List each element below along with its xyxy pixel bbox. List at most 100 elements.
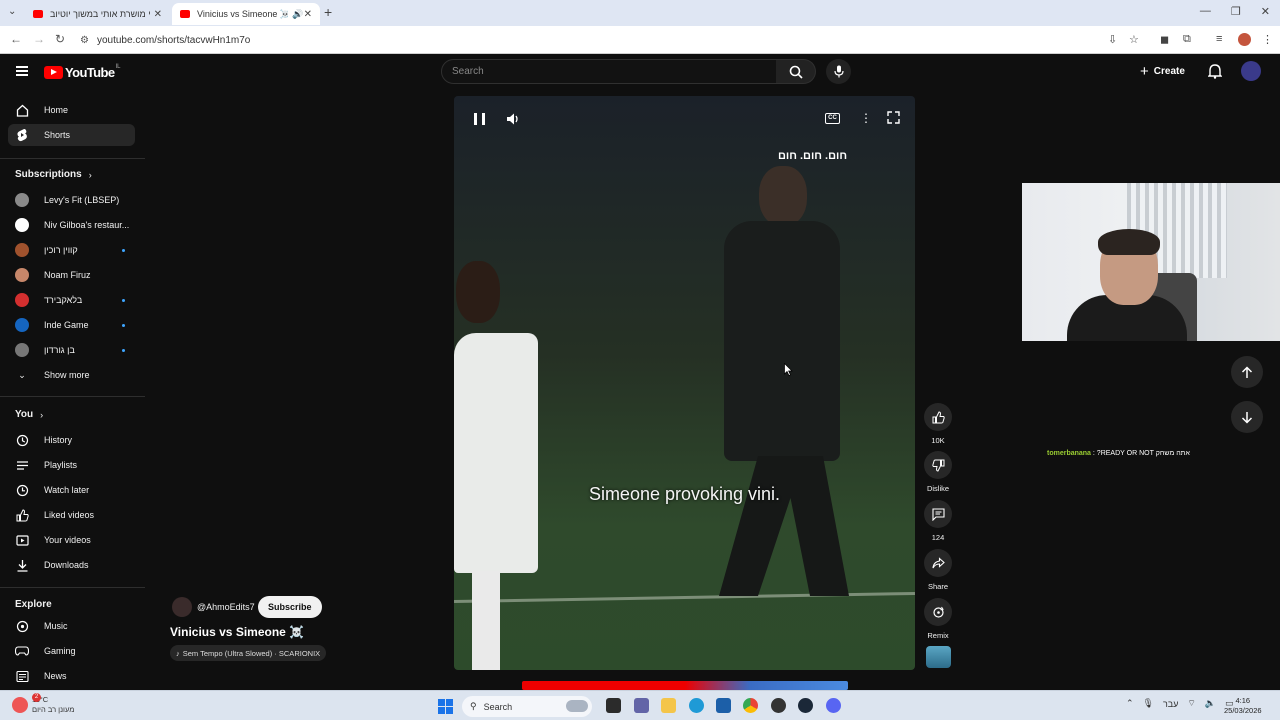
media-control-icon[interactable]: ≡ [1216, 33, 1222, 45]
chrome-menu-icon[interactable]: ⋮ [1262, 33, 1273, 46]
sidebar-item-news[interactable]: News [8, 665, 135, 687]
webcam-overlay [1022, 183, 1280, 341]
wifi-icon[interactable]: ⌔ [1187, 698, 1195, 709]
sidebar-item-shorts[interactable]: Shorts [8, 124, 135, 146]
install-app-icon[interactable]: ⇩ [1108, 33, 1117, 46]
tab-active[interactable]: Vinicius vs Simeone ☠️ - YouTube 🔊 ✕ [172, 3, 320, 25]
discord-icon[interactable] [826, 698, 841, 713]
input-language[interactable]: עבר [1163, 699, 1178, 709]
sidebar-subscription-item[interactable]: קווין רוכין [8, 239, 135, 261]
task-view-icon[interactable] [606, 698, 621, 713]
create-button[interactable]: + Create [1140, 63, 1185, 80]
forward-icon[interactable]: → [33, 32, 45, 46]
windows-start-icon[interactable] [438, 699, 453, 714]
app-icon[interactable] [771, 698, 786, 713]
new-tab-icon[interactable]: + [324, 4, 332, 20]
voice-search-button[interactable] [826, 59, 851, 84]
comments-button[interactable] [924, 500, 952, 528]
teams-icon[interactable] [634, 698, 649, 713]
file-explorer-icon[interactable] [661, 698, 676, 713]
chrome-icon[interactable] [743, 698, 758, 713]
sound-thumbnail[interactable] [926, 646, 951, 668]
bookmark-star-icon[interactable]: ☆ [1129, 33, 1139, 46]
back-icon[interactable]: ← [10, 32, 22, 46]
fullscreen-icon[interactable] [887, 111, 900, 124]
remix-action[interactable]: Remix [922, 598, 954, 640]
sidebar-subscription-item[interactable]: Niv Gilboa's restaur... [8, 214, 135, 236]
sidebar-item-music[interactable]: Music [8, 615, 135, 637]
sidebar-item-watch-later[interactable]: Watch later [8, 479, 135, 501]
captions-button[interactable]: CC [825, 113, 840, 124]
sidebar-item-liked-videos[interactable]: Liked videos [8, 504, 135, 526]
profile-avatar[interactable] [1238, 33, 1251, 46]
audio-playing-icon[interactable]: 🔊 [292, 9, 303, 20]
pause-button[interactable] [474, 113, 485, 125]
comments-action[interactable]: 124 [922, 500, 954, 542]
speaker-icon[interactable]: 🔈 [1205, 698, 1216, 709]
tray-chevron-icon[interactable]: ⌃ [1126, 698, 1134, 709]
close-tab-icon[interactable]: ✕ [304, 9, 312, 20]
edge-icon[interactable] [689, 698, 704, 713]
search-input[interactable]: Search [441, 59, 777, 84]
new-content-dot [122, 248, 125, 252]
account-avatar[interactable] [1241, 61, 1261, 81]
browser-tab-bar: ⌄ חבר שלי מושרת אותי במשוך יוטיוב ✕ Vini… [0, 0, 1280, 26]
sidebar-item-your-videos[interactable]: Your videos [8, 529, 135, 551]
new-content-dot [122, 323, 125, 327]
search-button[interactable] [776, 59, 816, 84]
sidebar-item-downloads[interactable]: Downloads [8, 554, 135, 576]
channel-avatar[interactable] [172, 597, 192, 617]
sidebar-subscription-item[interactable]: Levy's Fit (LBSEP) [8, 189, 135, 211]
taskbar-search[interactable]: ⚲ Search [462, 696, 592, 717]
taskbar-clock[interactable]: 4:16 25/03/2026 [1224, 696, 1262, 716]
extensions-puzzle-icon[interactable]: ⧉ [1183, 33, 1191, 46]
sidebar-subscription-item[interactable]: בן גורדון [8, 339, 135, 361]
more-options-icon[interactable]: ⋮ [860, 111, 872, 125]
sidebar-item-label: History [44, 435, 73, 445]
remix-button[interactable] [924, 598, 952, 626]
close-tab-icon[interactable]: ✕ [154, 9, 162, 20]
video-progress-bar[interactable] [522, 681, 848, 690]
chevron-down-icon: ⌄ [18, 369, 26, 380]
share-action[interactable]: Share [922, 549, 954, 591]
you-heading-label: You [15, 409, 34, 420]
show-more-button[interactable]: ⌄ Show more [8, 364, 135, 386]
music-chip[interactable]: ♪ Sem Tempo (Ultra Slowed) · SCARIONIX [170, 645, 327, 661]
notifications-bell-icon[interactable] [1208, 64, 1222, 79]
sidebar-item-playlists[interactable]: Playlists [8, 454, 135, 476]
hamburger-menu-icon[interactable] [16, 66, 28, 76]
like-button[interactable] [924, 403, 952, 431]
store-icon[interactable] [716, 698, 731, 713]
reload-icon[interactable]: ↻ [55, 32, 65, 46]
sidebar-subscription-item[interactable]: בלאקבירד [8, 289, 135, 311]
sidebar-item-history[interactable]: History [8, 429, 135, 451]
maximize-icon[interactable]: ❐ [1231, 5, 1241, 18]
previous-short-button[interactable] [1231, 356, 1263, 388]
next-short-button[interactable] [1231, 401, 1263, 433]
tab-inactive[interactable]: חבר שלי מושרת אותי במשוך יוטיוב ✕ [25, 3, 170, 25]
weather-widget[interactable]: 2 11°C מעונן רב היום [12, 693, 74, 715]
volume-icon[interactable] [506, 112, 520, 126]
site-info-icon[interactable]: ⚙ [80, 35, 89, 46]
url-field[interactable]: ⚙ youtube.com/shorts/tacvwHn1m7o [80, 30, 1100, 50]
sidebar-item-gaming[interactable]: Gaming [8, 640, 135, 662]
dislike-action[interactable]: Dislike [922, 451, 954, 493]
close-window-icon[interactable]: ✕ [1261, 5, 1270, 18]
channel-name[interactable]: @AhmoEdits7 [197, 602, 255, 612]
you-heading[interactable]: You › [15, 409, 43, 420]
like-action[interactable]: 10K [922, 403, 954, 445]
dislike-button[interactable] [924, 451, 952, 479]
youtube-logo[interactable]: YouTube IL [44, 64, 121, 80]
sidebar-subscription-item[interactable]: Inde Game [8, 314, 135, 336]
subscriptions-heading[interactable]: Subscriptions › [15, 169, 92, 180]
extension-icon[interactable]: ◼ [1160, 33, 1169, 46]
tray-mic-icon[interactable]: 🎙 [1143, 698, 1154, 709]
sidebar-subscription-item[interactable]: Noam Firuz [8, 264, 135, 286]
sidebar-item-home[interactable]: Home [8, 99, 135, 121]
subscribe-button[interactable]: Subscribe [258, 596, 322, 618]
steam-icon[interactable] [798, 698, 813, 713]
tab-search-icon[interactable]: ⌄ [8, 6, 16, 17]
short-video-player[interactable]: CC ⋮ חום. חום. חום Simeone provoking vin… [454, 96, 915, 670]
share-button[interactable] [924, 549, 952, 577]
minimize-icon[interactable]: — [1200, 5, 1211, 18]
